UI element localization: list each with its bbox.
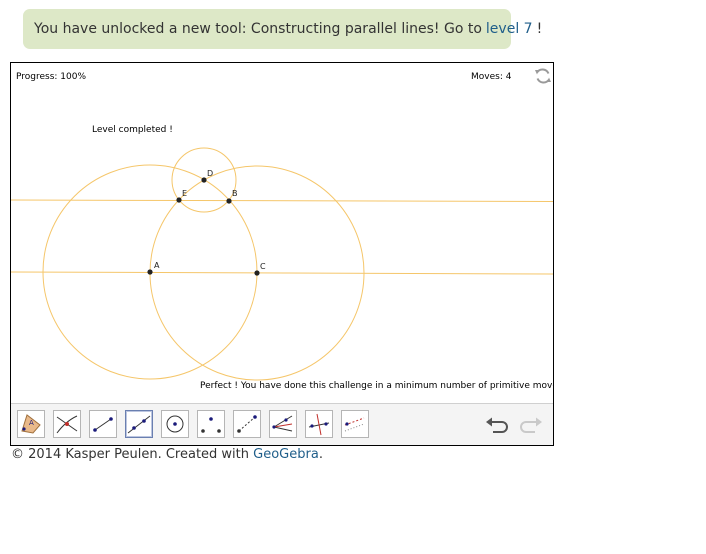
angle-bisector-tool-icon <box>272 415 293 432</box>
point-a[interactable] <box>147 269 153 275</box>
geogebra-applet: A B C D E Progress: 100% Moves: 4 Level … <box>10 62 554 446</box>
line-ac[interactable] <box>11 271 553 275</box>
redo-icon[interactable] <box>517 416 543 434</box>
construction-canvas[interactable]: A B C D E <box>11 63 553 403</box>
tool-bar: A <box>11 403 553 445</box>
unlock-notice: You have unlocked a new tool: Constructi… <box>23 9 542 49</box>
point-c[interactable] <box>254 270 260 276</box>
unlock-notice-suffix: ! <box>536 21 543 37</box>
angle-bisector-tool-button[interactable] <box>269 410 297 438</box>
line-tool-icon <box>127 415 151 434</box>
midpoint-tool-icon <box>201 417 221 433</box>
footer-suffix: . <box>318 447 323 462</box>
circle-tool-icon <box>166 415 184 433</box>
moves-counter: Moves: 4 <box>471 72 512 82</box>
segment-tool-icon <box>93 417 113 432</box>
intersect-tool-button[interactable] <box>53 410 81 438</box>
undo-icon[interactable] <box>485 416 511 434</box>
parallel-line-tool-button[interactable] <box>341 410 369 438</box>
reset-icon[interactable] <box>534 67 552 85</box>
point-e[interactable] <box>176 197 182 203</box>
line-tool-button[interactable] <box>125 410 153 438</box>
level-status: Level completed ! <box>92 125 173 135</box>
point-d[interactable] <box>201 177 207 183</box>
success-message: Perfect ! You have done this challenge i… <box>200 381 554 391</box>
reflect-tool-icon <box>237 415 257 433</box>
point-d-label: D <box>207 169 213 178</box>
point-c-label: C <box>260 262 266 271</box>
point-b-label: B <box>232 189 238 198</box>
segment-tool-button[interactable] <box>89 410 117 438</box>
unlock-notice-text: You have unlocked a new tool: Constructi… <box>34 21 482 37</box>
geogebra-link[interactable]: GeoGebra <box>253 447 319 462</box>
polygon-tool-icon: A <box>21 414 41 434</box>
level-link[interactable]: level 7 <box>486 21 533 37</box>
polygon-tool-button[interactable]: A <box>17 410 45 438</box>
midpoint-tool-button[interactable] <box>197 410 225 438</box>
perpendicular-bisector-tool-icon <box>308 413 330 436</box>
svg-text:A: A <box>29 419 34 427</box>
intersect-tool-icon <box>56 415 78 434</box>
progress-label: Progress: 100% <box>16 72 87 82</box>
footer-text: © 2014 Kasper Peulen. Created with <box>11 447 249 462</box>
point-e-label: E <box>182 189 187 198</box>
parallel-line-tool-icon <box>344 417 365 432</box>
point-b[interactable] <box>226 198 232 204</box>
perpendicular-bisector-tool-button[interactable] <box>305 410 333 438</box>
circle-tool-button[interactable] <box>161 410 189 438</box>
footer-credit: © 2014 Kasper Peulen. Created with GeoGe… <box>11 447 323 462</box>
point-a-label: A <box>154 261 160 270</box>
line-eb[interactable] <box>11 199 553 202</box>
reflect-tool-button[interactable] <box>233 410 261 438</box>
